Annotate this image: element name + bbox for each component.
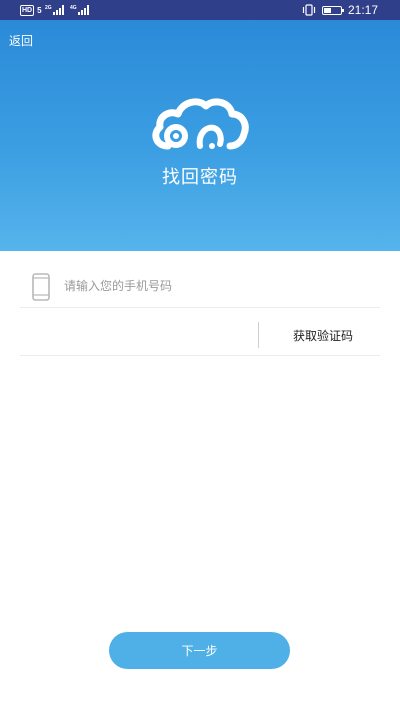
status-right: 21:17: [302, 3, 378, 17]
status-left: HD 5 2G 4G: [20, 3, 92, 17]
cloud-logo-icon: [152, 98, 249, 150]
svg-text:2G: 2G: [45, 5, 52, 11]
header-banner: 返回 找回密码: [0, 20, 400, 251]
code-divider: [258, 322, 259, 348]
hd-badge-suffix: 5: [37, 5, 42, 15]
phone-icon: [32, 273, 50, 301]
signal-icon-2: 4G: [70, 5, 89, 15]
status-time: 21:17: [347, 3, 378, 17]
back-button[interactable]: 返回: [9, 32, 33, 49]
status-bar: HD 5 2G 4G 21:17: [0, 0, 400, 20]
page-title: 找回密码: [162, 167, 238, 188]
signal-icon: 2G: [45, 5, 64, 15]
hd-badge: HD: [20, 4, 35, 16]
code-row: 获取验证码: [20, 312, 380, 356]
battery-fill: [323, 7, 331, 13]
next-step-button[interactable]: 下一步: [109, 632, 290, 669]
verification-code-input[interactable]: [24, 322, 249, 346]
vibrate-icon: [302, 4, 316, 16]
get-code-button[interactable]: 获取验证码: [268, 324, 378, 346]
phone-input[interactable]: [64, 274, 364, 298]
battery-icon: [321, 5, 344, 15]
phone-row: [20, 262, 380, 308]
svg-text:4G: 4G: [70, 5, 77, 11]
